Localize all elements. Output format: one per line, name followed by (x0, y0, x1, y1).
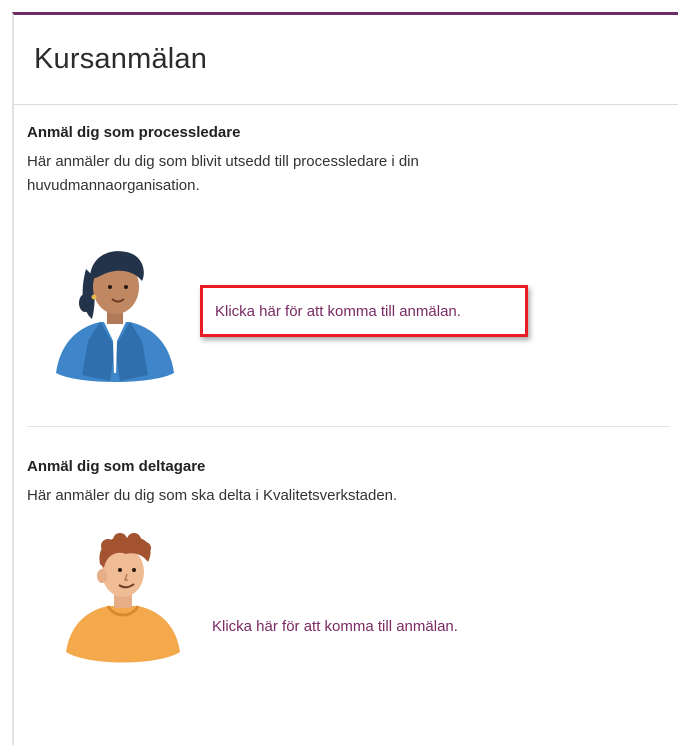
processledare-section: Anmäl dig som processledare Här anmäler … (14, 105, 678, 427)
page-title: Kursanmälan (34, 43, 208, 75)
page-header: Kursanmälan (14, 15, 678, 105)
deltagare-description: Här anmäler du dig som ska delta i Kvali… (27, 487, 398, 504)
content-panel: Kursanmälan Anmäl dig som processledare … (12, 12, 678, 745)
processledare-avatar-icon (56, 251, 174, 382)
processledare-heading: Anmäl dig som processledare (27, 124, 241, 141)
processledare-registration-link[interactable]: Klicka här för att komma till anmälan. (215, 303, 461, 320)
deltagare-section: Anmäl dig som deltagare Här anmäler du d… (14, 427, 678, 737)
deltagare-avatar-icon (66, 533, 180, 663)
highlighted-link-box: Klicka här för att komma till anmälan. (200, 285, 528, 337)
deltagare-registration-link[interactable]: Klicka här för att komma till anmälan. (212, 618, 458, 635)
deltagare-heading: Anmäl dig som deltagare (27, 458, 206, 475)
processledare-description: Här anmäler du dig som blivit utsedd til… (27, 153, 419, 194)
